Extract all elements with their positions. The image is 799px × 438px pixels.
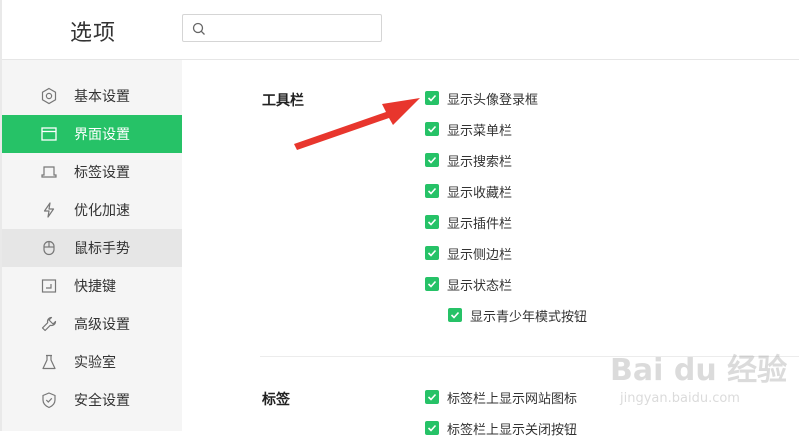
sidebar-item-shortcuts[interactable]: 快捷键 bbox=[2, 267, 182, 305]
watermark-line2: jingyan.baidu.com bbox=[620, 391, 740, 406]
tab-icon bbox=[39, 162, 59, 182]
option-label: 显示青少年模式按钮 bbox=[470, 309, 588, 325]
option-label: 标签栏上显示网站图标 bbox=[447, 391, 578, 407]
option-label: 显示头像登录框 bbox=[447, 92, 539, 108]
option-label: 标签栏上显示关闭按钮 bbox=[447, 422, 578, 438]
search-box[interactable] bbox=[182, 14, 382, 42]
sidebar-item-label: 标签设置 bbox=[74, 165, 130, 181]
check-icon bbox=[427, 156, 437, 164]
sidebar-item-optimize[interactable]: 优化加速 bbox=[2, 191, 182, 229]
sidebar: 基本设置 界面设置 标签设置 优化加速 鼠标手势 快捷键 高级设置 实验室 安全… bbox=[2, 60, 182, 431]
option-show-avatar-login[interactable]: 显示头像登录框 bbox=[425, 88, 538, 108]
check-icon bbox=[427, 280, 437, 288]
check-icon bbox=[427, 249, 437, 257]
check-icon bbox=[427, 393, 437, 401]
checkbox-checked[interactable] bbox=[448, 308, 462, 322]
checkbox-checked[interactable] bbox=[425, 246, 439, 260]
check-icon bbox=[427, 94, 437, 102]
header: 选项 bbox=[2, 0, 799, 60]
search-icon bbox=[192, 22, 205, 35]
check-icon bbox=[427, 187, 437, 195]
checkbox-checked[interactable] bbox=[425, 184, 439, 198]
sidebar-item-label: 鼠标手势 bbox=[74, 241, 130, 257]
lightning-icon bbox=[39, 200, 59, 220]
sidebar-item-label: 优化加速 bbox=[74, 203, 130, 219]
search-input[interactable] bbox=[213, 18, 377, 40]
sidebar-item-interface-settings[interactable]: 界面设置 bbox=[2, 115, 182, 153]
checkbox-checked[interactable] bbox=[425, 153, 439, 167]
annotation-arrow bbox=[294, 98, 420, 150]
option-label: 显示插件栏 bbox=[447, 216, 513, 232]
sidebar-item-mouse-gestures[interactable]: 鼠标手势 bbox=[2, 229, 182, 267]
sidebar-item-label: 高级设置 bbox=[74, 317, 130, 333]
option-show-menu-bar[interactable]: 显示菜单栏 bbox=[425, 119, 512, 139]
option-show-site-icon-on-tab[interactable]: 标签栏上显示网站图标 bbox=[425, 387, 577, 407]
sidebar-item-advanced[interactable]: 高级设置 bbox=[2, 305, 182, 343]
wrench-icon bbox=[39, 314, 59, 334]
sidebar-item-security[interactable]: 安全设置 bbox=[2, 381, 182, 419]
section-title-tabs: 标签 bbox=[262, 392, 290, 408]
option-show-sidebar[interactable]: 显示侧边栏 bbox=[425, 243, 512, 263]
keyboard-shortcut-icon bbox=[39, 276, 59, 296]
check-icon bbox=[427, 125, 437, 133]
sidebar-item-label: 基本设置 bbox=[74, 89, 130, 105]
sidebar-item-label: 实验室 bbox=[74, 355, 116, 371]
flask-icon bbox=[39, 352, 59, 372]
check-icon bbox=[450, 311, 460, 319]
option-show-status-bar[interactable]: 显示状态栏 bbox=[425, 274, 512, 294]
option-label: 显示侧边栏 bbox=[447, 247, 513, 263]
sidebar-item-lab[interactable]: 实验室 bbox=[2, 343, 182, 381]
option-show-search-bar[interactable]: 显示搜索栏 bbox=[425, 150, 512, 170]
option-label: 显示状态栏 bbox=[447, 278, 513, 294]
sidebar-item-basic-settings[interactable]: 基本设置 bbox=[2, 77, 182, 115]
sidebar-item-tab-settings[interactable]: 标签设置 bbox=[2, 153, 182, 191]
checkbox-checked[interactable] bbox=[425, 277, 439, 291]
option-show-close-button-on-tab[interactable]: 标签栏上显示关闭按钮 bbox=[425, 418, 577, 438]
checkbox-checked[interactable] bbox=[425, 215, 439, 229]
mouse-icon bbox=[39, 238, 59, 258]
watermark-line1: Bai du 经验 bbox=[610, 353, 788, 388]
page-title: 选项 bbox=[70, 21, 117, 46]
baidu-jingyan-watermark: Bai du 经验 jingyan.baidu.com bbox=[610, 345, 795, 415]
window-icon bbox=[39, 124, 59, 144]
option-label: 显示菜单栏 bbox=[447, 123, 513, 139]
option-show-favorites-bar[interactable]: 显示收藏栏 bbox=[425, 181, 512, 201]
sidebar-item-label: 安全设置 bbox=[74, 393, 130, 409]
checkbox-checked[interactable] bbox=[425, 91, 439, 105]
sidebar-item-label: 界面设置 bbox=[74, 127, 130, 143]
option-show-teen-mode-button[interactable]: 显示青少年模式按钮 bbox=[448, 305, 587, 325]
sidebar-item-label: 快捷键 bbox=[74, 279, 116, 295]
option-show-plugin-bar[interactable]: 显示插件栏 bbox=[425, 212, 512, 232]
option-label: 显示收藏栏 bbox=[447, 185, 513, 201]
check-icon bbox=[427, 424, 437, 432]
checkbox-checked[interactable] bbox=[425, 390, 439, 404]
option-label: 显示搜索栏 bbox=[447, 154, 513, 170]
check-icon bbox=[427, 218, 437, 226]
checkbox-checked[interactable] bbox=[425, 421, 439, 435]
shield-icon bbox=[39, 390, 59, 410]
checkbox-checked[interactable] bbox=[425, 122, 439, 136]
hexagon-settings-icon bbox=[39, 86, 59, 106]
